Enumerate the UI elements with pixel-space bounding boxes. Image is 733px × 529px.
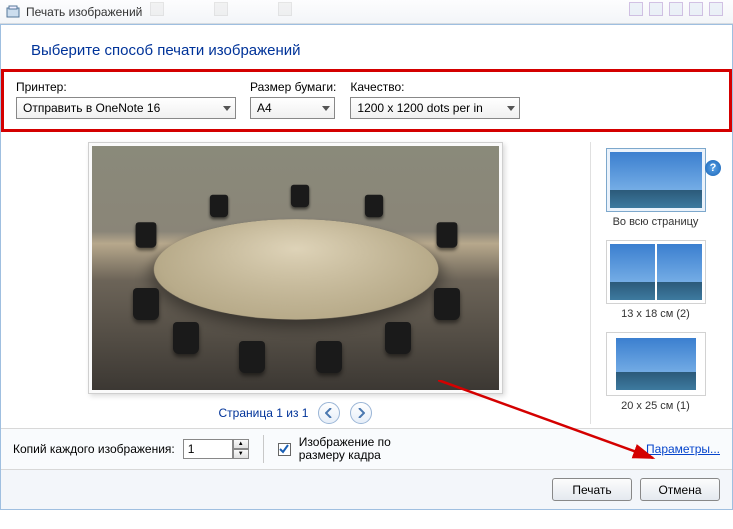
help-button[interactable]: ? (705, 160, 721, 176)
copies-down-button[interactable]: ▼ (233, 449, 249, 459)
copies-up-button[interactable]: ▲ (233, 439, 249, 449)
printer-dropdown[interactable]: Отправить в OneNote 16 (16, 97, 236, 119)
preview-frame (88, 142, 503, 394)
chevron-down-icon (322, 106, 330, 111)
paper-size-field: Размер бумаги: A4 (250, 80, 336, 119)
printer-value: Отправить в OneNote 16 (23, 101, 160, 115)
chevron-right-icon (357, 408, 365, 418)
window-title: Печать изображений (26, 5, 142, 19)
layout-20x25-label: 20 x 25 см (1) (621, 400, 690, 412)
chevron-down-icon (223, 106, 231, 111)
fit-frame-checkbox[interactable] (278, 443, 291, 456)
title-bar: Печать изображений (0, 0, 733, 24)
quality-value: 1200 x 1200 dots per in (357, 101, 482, 115)
printer-field: Принтер: Отправить в OneNote 16 (16, 80, 236, 119)
paper-size-dropdown[interactable]: A4 (250, 97, 335, 119)
copies-input[interactable] (183, 439, 233, 459)
copies-label: Копий каждого изображения: (13, 442, 175, 456)
divider (263, 435, 264, 463)
checkmark-icon (279, 444, 289, 454)
print-dialog: Выберите способ печати изображений Принт… (0, 24, 733, 510)
pager: Страница 1 из 1 (219, 402, 373, 424)
quality-label: Качество: (350, 80, 520, 94)
page-indicator: Страница 1 из 1 (219, 406, 309, 420)
dialog-title: Выберите способ печати изображений (31, 42, 712, 59)
quality-dropdown[interactable]: 1200 x 1200 dots per in (350, 97, 520, 119)
preview-column: Страница 1 из 1 (13, 142, 578, 424)
app-icon (6, 5, 20, 19)
highlighted-settings-area: Принтер: Отправить в OneNote 16 Размер б… (1, 69, 732, 132)
background-icons (629, 2, 723, 16)
layouts-column: Во всю страницу 13 x 18 см (2) 20 x 25 с… (590, 142, 720, 424)
fit-frame-label: Изображение по размеру кадра (299, 436, 429, 462)
layout-13x18[interactable]: 13 x 18 см (2) (602, 236, 710, 322)
layout-13x18-label: 13 x 18 см (2) (621, 308, 690, 320)
cancel-button[interactable]: Отмена (640, 478, 720, 501)
layout-20x25[interactable]: 20 x 25 см (1) (602, 328, 710, 414)
print-button[interactable]: Печать (552, 478, 632, 501)
prev-page-button[interactable] (318, 402, 340, 424)
chevron-down-icon (507, 106, 515, 111)
copies-spinner: ▲ ▼ (183, 439, 249, 459)
next-page-button[interactable] (350, 402, 372, 424)
dialog-buttons: Печать Отмена (1, 469, 732, 509)
chevron-left-icon (325, 408, 333, 418)
paper-size-value: A4 (257, 101, 272, 115)
paper-size-label: Размер бумаги: (250, 80, 336, 94)
dialog-header: Выберите способ печати изображений (1, 25, 732, 69)
options-row: Копий каждого изображения: ▲ ▼ Изображен… (1, 428, 732, 469)
layout-full-page-label: Во всю страницу (613, 216, 699, 228)
printer-label: Принтер: (16, 80, 236, 94)
layout-full-page[interactable]: Во всю страницу (602, 144, 710, 230)
parameters-link[interactable]: Параметры... (646, 442, 720, 456)
quality-field: Качество: 1200 x 1200 dots per in (350, 80, 520, 119)
preview-image (92, 146, 499, 390)
